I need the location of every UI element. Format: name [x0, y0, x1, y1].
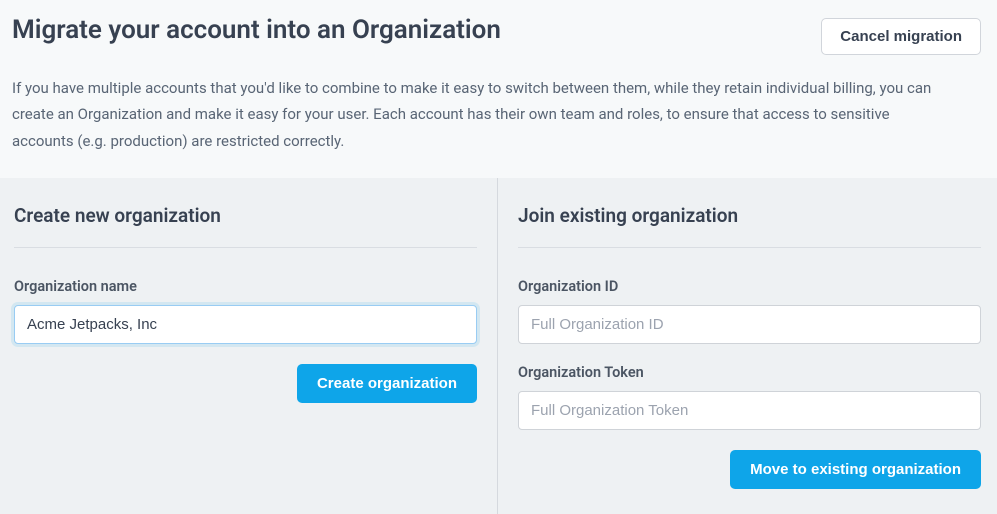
org-id-field-group: Organization ID — [518, 278, 981, 344]
create-organization-button[interactable]: Create organization — [297, 364, 477, 403]
org-name-label: Organization name — [14, 278, 477, 295]
divider — [518, 247, 981, 248]
org-name-field-group: Organization name — [14, 278, 477, 344]
org-name-input[interactable] — [14, 305, 477, 344]
header-section: Migrate your account into an Organizatio… — [0, 0, 997, 178]
create-organization-panel: Create new organization Organization nam… — [0, 178, 498, 514]
columns-container: Create new organization Organization nam… — [0, 178, 997, 514]
org-token-field-group: Organization Token — [518, 364, 981, 430]
move-to-existing-organization-button[interactable]: Move to existing organization — [730, 450, 981, 489]
page-title: Migrate your account into an Organizatio… — [12, 14, 501, 48]
header-row: Migrate your account into an Organizatio… — [12, 14, 981, 55]
org-token-label: Organization Token — [518, 364, 981, 381]
cancel-migration-button[interactable]: Cancel migration — [821, 18, 981, 55]
divider — [14, 247, 477, 248]
join-section-title: Join existing organization — [518, 204, 981, 227]
org-id-label: Organization ID — [518, 278, 981, 295]
join-organization-panel: Join existing organization Organization … — [498, 178, 997, 514]
org-token-input[interactable] — [518, 391, 981, 430]
join-button-row: Move to existing organization — [518, 450, 981, 489]
intro-text: If you have multiple accounts that you'd… — [12, 75, 932, 154]
org-id-input[interactable] — [518, 305, 981, 344]
create-button-row: Create organization — [14, 364, 477, 403]
create-section-title: Create new organization — [14, 204, 477, 227]
